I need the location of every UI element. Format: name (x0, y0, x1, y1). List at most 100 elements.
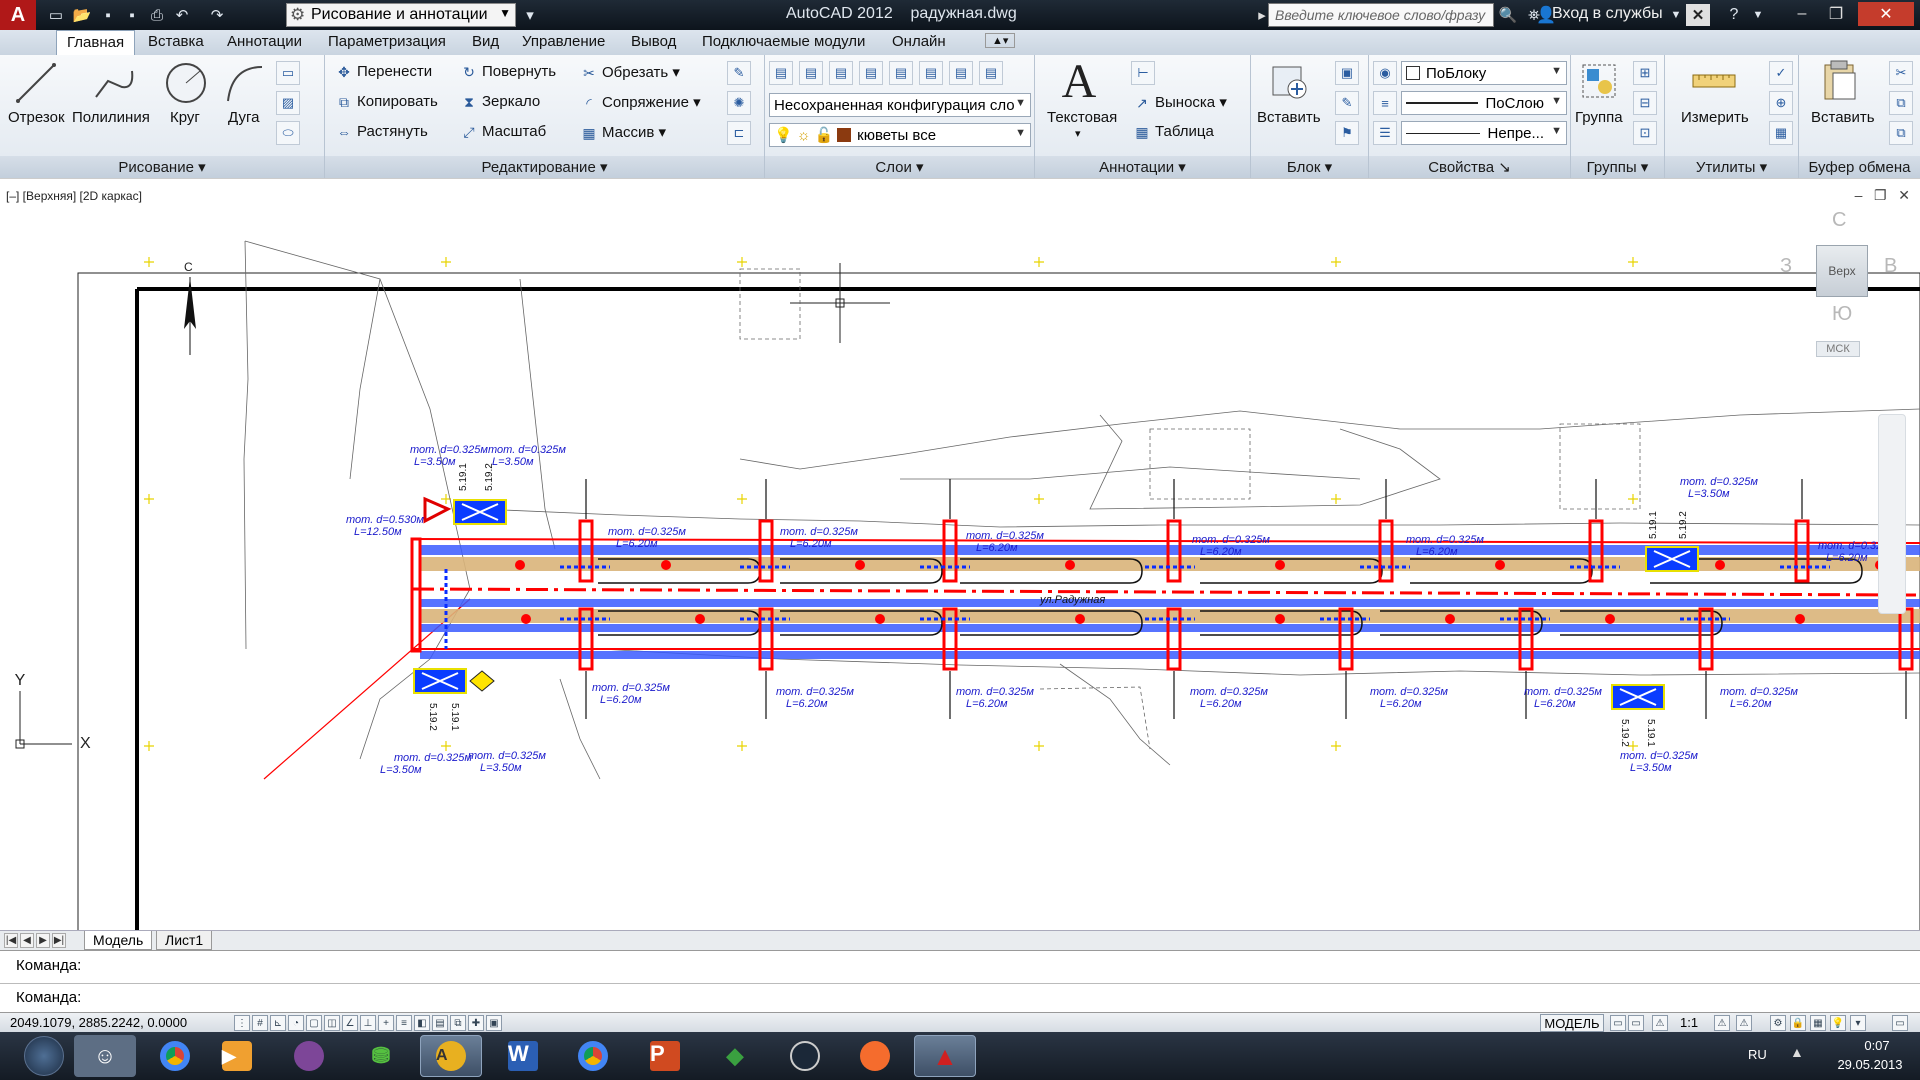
ortho-icon[interactable]: ⊾ (270, 1015, 286, 1031)
panel-title-layers[interactable]: Слои ▾ (765, 156, 1034, 178)
offset-icon[interactable]: ⊏ (727, 121, 751, 145)
undo-icon[interactable]: ↶ (170, 4, 194, 26)
layer-freeze-icon[interactable]: ▤ (889, 61, 913, 85)
lineweight-select[interactable]: ПоСлою ▼ (1401, 91, 1567, 115)
viewcube-east[interactable]: В (1884, 255, 1897, 278)
maximize-button[interactable]: ❐ (1822, 2, 1850, 26)
id-point-icon[interactable]: ⊕ (1769, 91, 1793, 115)
dimension-icon[interactable]: ⊢ (1131, 61, 1155, 85)
dyn-icon[interactable]: + (378, 1015, 394, 1031)
tab-parametric[interactable]: Параметризация (328, 33, 446, 50)
panel-title-properties[interactable]: Свойства ↘ (1369, 156, 1570, 178)
group-edit-icon[interactable]: ⊟ (1633, 91, 1657, 115)
save-as-icon[interactable]: ▪ (120, 4, 144, 26)
quick-properties-icon[interactable]: ▤ (432, 1015, 448, 1031)
copy-button[interactable]: ⧉ Копировать (335, 93, 438, 111)
hatch-icon[interactable]: ▨ (276, 91, 300, 115)
table-button[interactable]: ▦ Таблица (1133, 123, 1213, 141)
viewport-restore-icon[interactable]: ❐ (1874, 187, 1887, 203)
paste-button[interactable]: Вставить (1811, 109, 1875, 126)
layer-unisolate-icon[interactable]: ▤ (859, 61, 883, 85)
search-input[interactable]: Введите ключевое слово/фразу (1268, 3, 1494, 27)
match-properties-icon[interactable]: ◉ (1373, 61, 1397, 85)
circle-button[interactable]: Круг (170, 109, 200, 126)
tab-model[interactable]: Модель (84, 931, 153, 950)
layer-off-icon[interactable]: ▤ (919, 61, 943, 85)
panel-title-block[interactable]: Блок ▾ (1251, 156, 1368, 178)
grid-icon[interactable]: # (252, 1015, 268, 1031)
hardware-accel-icon[interactable]: ▦ (1810, 1015, 1826, 1031)
array-button[interactable]: ▦ Массив ▾ (580, 123, 666, 142)
open-folder-icon[interactable]: 📂 (70, 4, 94, 26)
command-input[interactable]: Команда: (16, 989, 81, 1006)
rectangle-icon[interactable]: ▭ (276, 61, 300, 85)
tab-annotate[interactable]: Аннотации (227, 33, 302, 50)
app-tiles-icon[interactable]: ◆ (704, 1035, 766, 1077)
viewport-controls-label[interactable]: [–] [Верхняя] [2D каркас] (6, 189, 142, 203)
polyline-button[interactable]: Полилиния (72, 109, 150, 126)
lock-ui-icon[interactable]: 🔒 (1790, 1015, 1806, 1031)
model-space-button[interactable]: МОДЕЛЬ (1540, 1014, 1604, 1032)
3d-osnap-icon[interactable]: ◫ (324, 1015, 340, 1031)
measure-button[interactable]: Измерить (1681, 109, 1749, 126)
powerpoint-icon[interactable]: P (634, 1035, 696, 1077)
last-tab-icon[interactable]: ▶| (52, 933, 66, 948)
drawing-viewport[interactable]: С тот. d=0.325м L=3.50м тот. d=0.325м L=… (0, 178, 1920, 931)
selection-cycling-icon[interactable]: ⧉ (450, 1015, 466, 1031)
origin-icon[interactable] (844, 1035, 906, 1077)
ellipse-icon[interactable]: ⬭ (276, 121, 300, 145)
status-extra-icon[interactable]: ▣ (486, 1015, 502, 1031)
line-button[interactable]: Отрезок (8, 109, 65, 126)
redo-icon[interactable]: ↷ (205, 4, 229, 26)
tab-insert[interactable]: Вставка (148, 33, 204, 50)
chrome-icon[interactable] (144, 1035, 206, 1077)
command-line[interactable]: Команда: Команда: (0, 950, 1920, 1012)
panel-title-clipboard[interactable]: Буфер обмена (1799, 156, 1920, 178)
quick-view-layouts-icon[interactable]: ▭ (1610, 1015, 1626, 1031)
tab-output[interactable]: Вывод (631, 33, 676, 50)
autocad-taskbar-icon[interactable]: A (420, 1035, 482, 1077)
transparency-icon[interactable]: ◧ (414, 1015, 430, 1031)
color-select[interactable]: ПоБлоку ▼ (1401, 61, 1567, 85)
autocad-window-icon[interactable]: ▲ (914, 1035, 976, 1077)
snap-icon[interactable]: ⋮ (234, 1015, 250, 1031)
leader-button[interactable]: ↗ Выноска ▾ (1133, 93, 1227, 112)
mirror-button[interactable]: ⧗ Зеркало (460, 93, 540, 111)
tray-expand-icon[interactable]: ▲ (1790, 1044, 1804, 1060)
clock-date[interactable]: 29.05.2013 (1830, 1057, 1910, 1072)
search-icon[interactable]: 🔍 (1496, 4, 1520, 26)
tab-view[interactable]: Вид (472, 33, 499, 50)
help-icon[interactable]: ? (1722, 4, 1746, 26)
close-button[interactable]: ✕ (1858, 2, 1914, 26)
first-tab-icon[interactable]: |◀ (4, 933, 18, 948)
layer-isolate-icon[interactable]: ▤ (829, 61, 853, 85)
prev-tab-icon[interactable]: ◀ (20, 933, 34, 948)
annotation-monitor-icon[interactable]: ✚ (468, 1015, 484, 1031)
fillet-button[interactable]: ◜ Сопряжение ▾ (580, 93, 700, 112)
isolate-objects-icon[interactable]: 💡 (1830, 1015, 1846, 1031)
insert-block-button[interactable]: Вставить (1257, 109, 1321, 126)
ucs-select[interactable]: МСК (1816, 341, 1860, 357)
navigation-bar[interactable] (1878, 414, 1906, 614)
move-button[interactable]: ✥ Перенести (335, 63, 432, 81)
copy-with-base-icon[interactable]: ⧉ (1889, 121, 1913, 145)
layer-walk-icon[interactable]: ▤ (979, 61, 1003, 85)
viewport-minimize-icon[interactable]: – (1855, 187, 1863, 203)
status-menu-icon[interactable]: ▾ (1850, 1015, 1866, 1031)
cut-icon[interactable]: ✂ (1889, 61, 1913, 85)
workspace-switch-icon[interactable]: ⚙ (1770, 1015, 1786, 1031)
layer-select[interactable]: 💡 ☼ 🔓 кюветы все ▼ (769, 123, 1031, 147)
login-dropdown-icon[interactable]: ▼ (1664, 4, 1688, 26)
save-icon[interactable]: ▪ (96, 4, 120, 26)
word-icon[interactable]: W (492, 1035, 554, 1077)
help-dropdown-icon[interactable]: ▼ (1746, 4, 1770, 26)
print-icon[interactable]: ⎙ (145, 4, 169, 26)
viewcube[interactable]: С З В Ю Верх МСК (1780, 209, 1910, 357)
ducs-icon[interactable]: ⊥ (360, 1015, 376, 1031)
drawing-canvas[interactable]: С тот. d=0.325м L=3.50м тот. d=0.325м L=… (0, 179, 1920, 931)
edit-block-icon[interactable]: ✎ (1335, 91, 1359, 115)
tor-browser-icon[interactable] (278, 1035, 340, 1077)
panel-title-groups[interactable]: Группы ▾ (1571, 156, 1664, 178)
tab-home[interactable]: Главная (56, 30, 136, 55)
group-button[interactable]: Группа (1575, 109, 1623, 126)
